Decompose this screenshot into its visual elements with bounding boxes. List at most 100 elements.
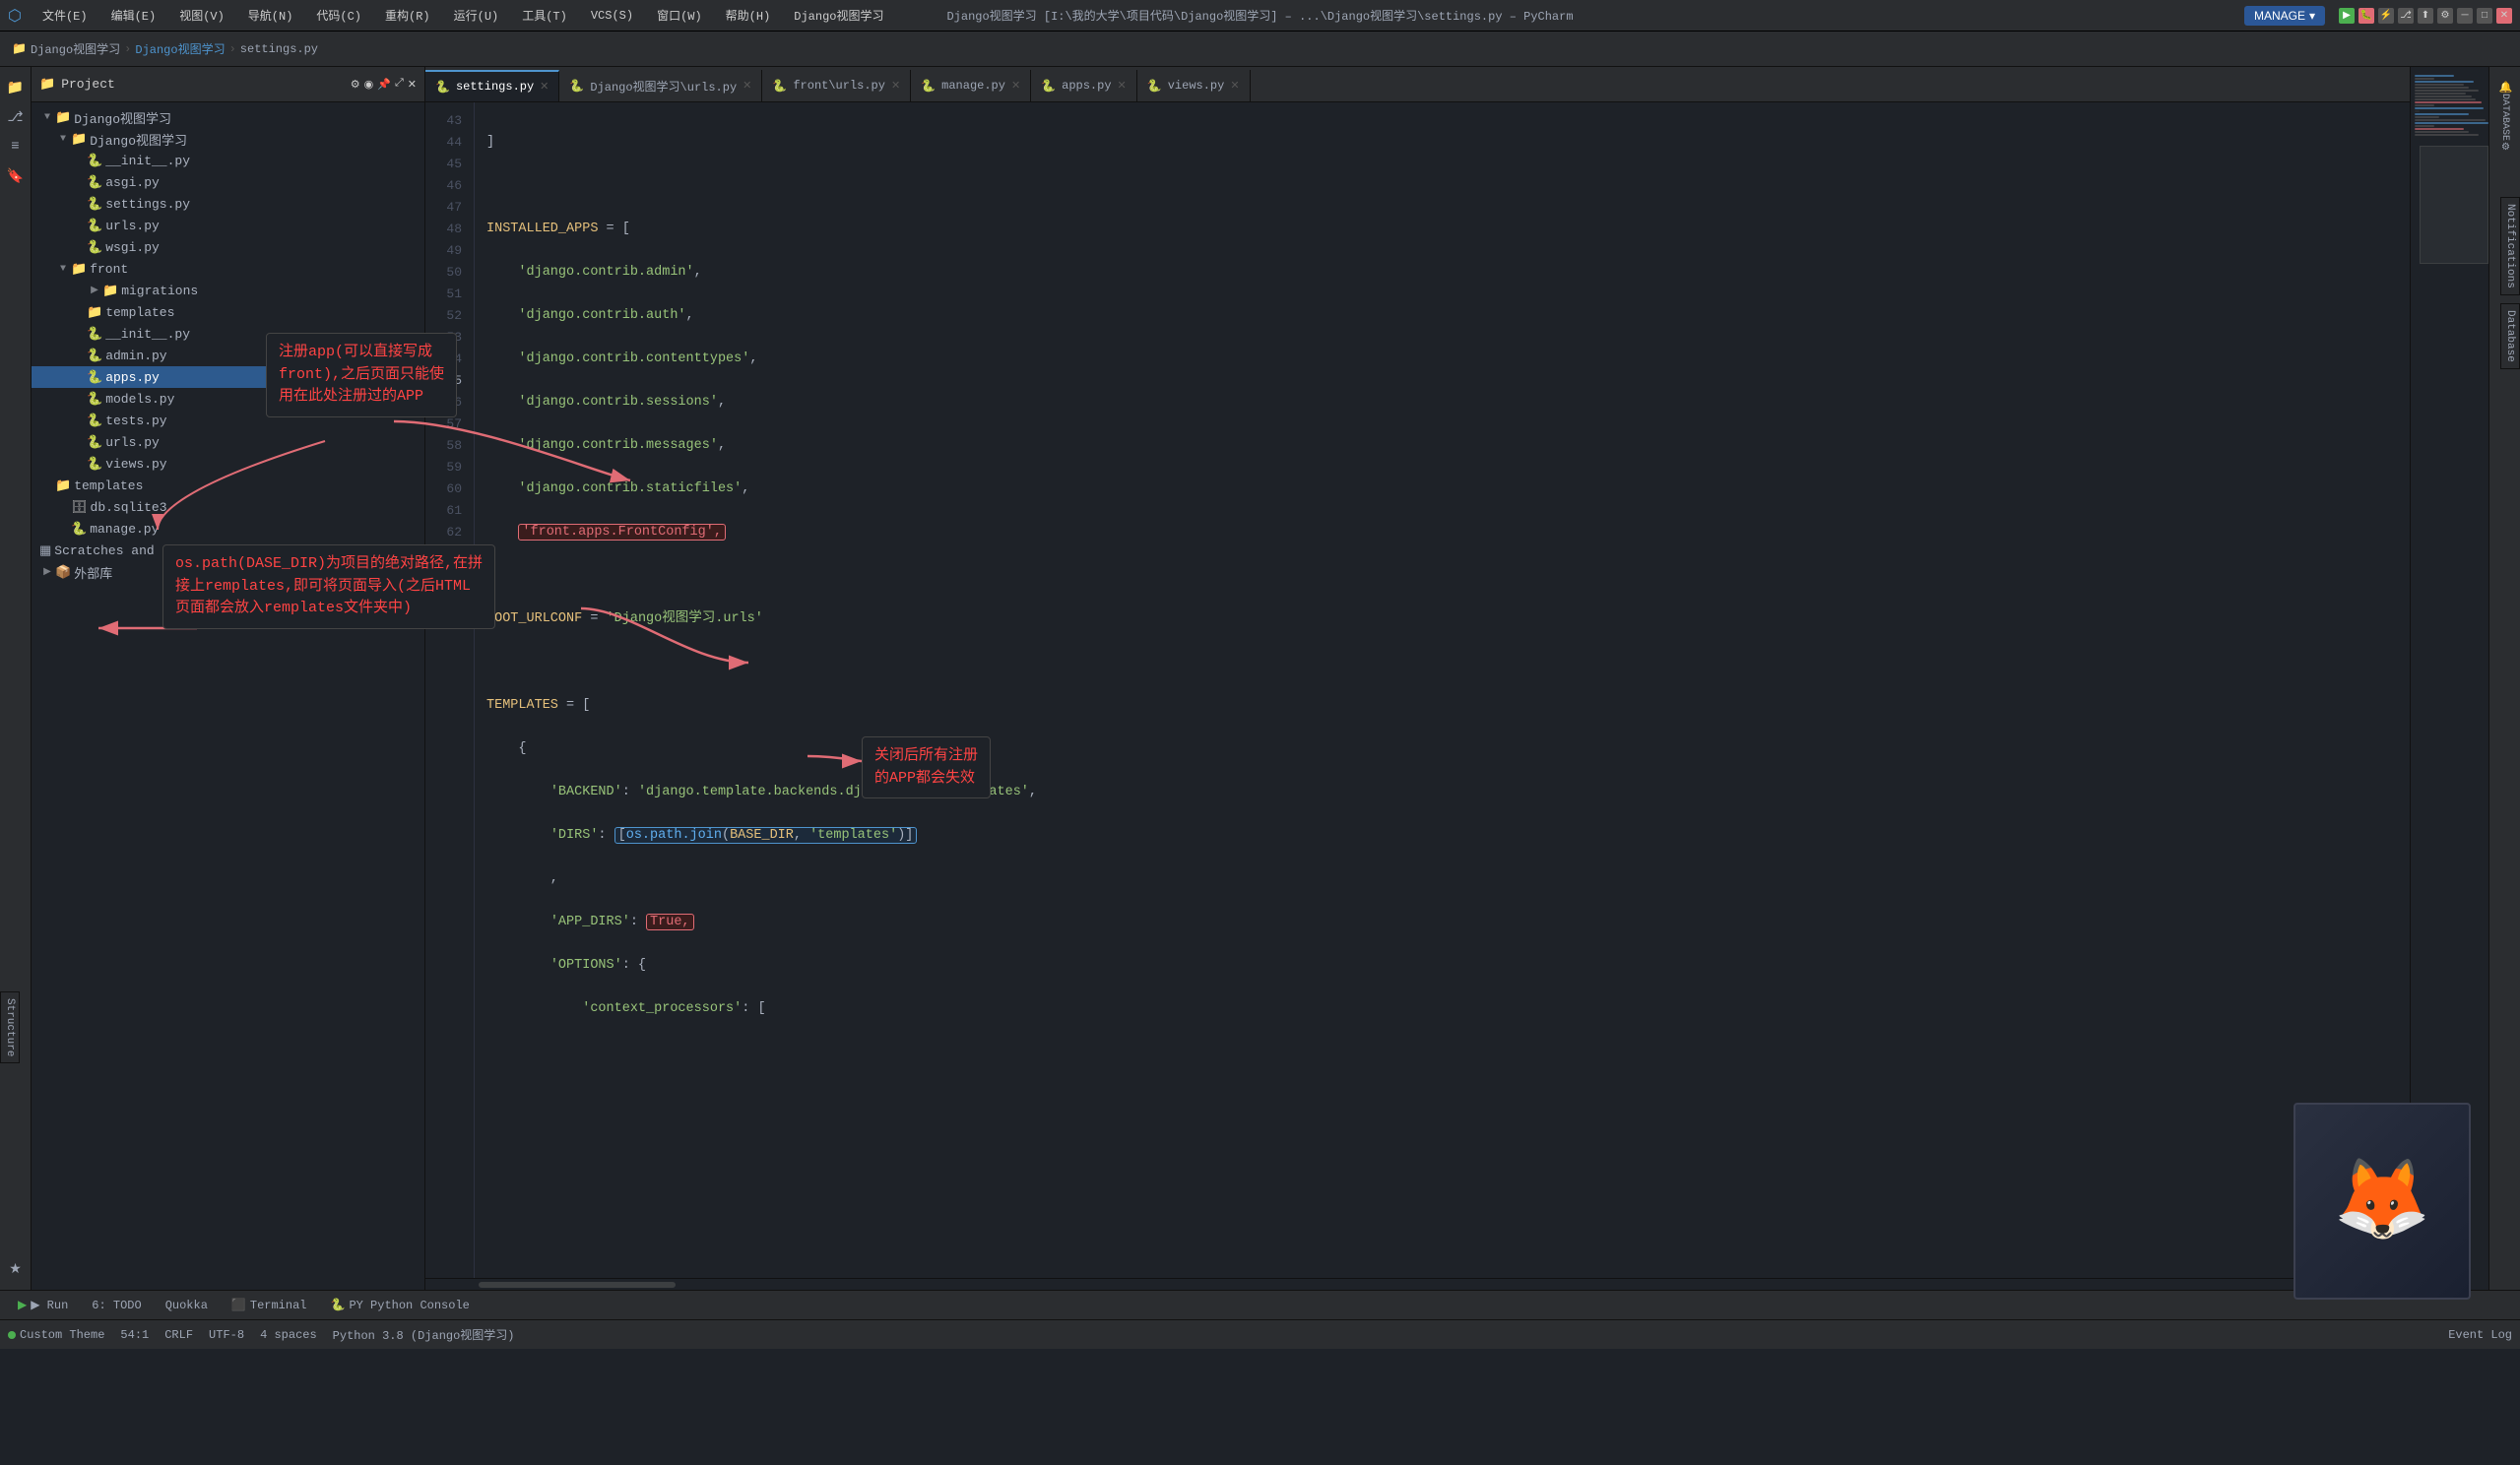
tab-close-settings[interactable]: ✕ xyxy=(540,80,549,94)
tree-item-app[interactable]: ▼ 📁 Django视图学习 xyxy=(32,128,424,150)
right-icon-gradle[interactable]: ⚙ xyxy=(2492,134,2518,159)
tree-item-apps[interactable]: 🐍 apps.py xyxy=(32,366,424,388)
menu-django[interactable]: Django视图学习 xyxy=(788,5,889,26)
tree-item-root[interactable]: ▼ 📁 Django视图学习 xyxy=(32,106,424,128)
menu-edit[interactable]: 编辑(E) xyxy=(105,5,162,26)
tab-manage[interactable]: 🐍 manage.py ✕ xyxy=(911,70,1031,101)
status-position[interactable]: 54:1 xyxy=(120,1328,149,1342)
tab-run[interactable]: ▶ ▶ Run xyxy=(8,1296,78,1314)
code-content[interactable]: ] INSTALLED_APPS = [ 'django.contrib.adm… xyxy=(475,102,2410,1278)
project-pin-icon[interactable]: 📌 xyxy=(377,78,391,92)
mini-line-1 xyxy=(2415,75,2454,77)
tree-item-views[interactable]: 🐍 views.py xyxy=(32,453,424,475)
menu-run[interactable]: 运行(U) xyxy=(448,5,505,26)
title-bar: ⬡ 文件(E) 编辑(E) 视图(V) 导航(N) 代码(C) 重构(R) 运行… xyxy=(0,0,2520,32)
structure-icon[interactable]: ≡ xyxy=(3,134,29,159)
menu-refactor[interactable]: 重构(R) xyxy=(379,5,436,26)
menu-file[interactable]: 文件(E) xyxy=(36,5,94,26)
tab-apps[interactable]: 🐍 apps.py ✕ xyxy=(1031,70,1137,101)
tab-todo[interactable]: 6: TODO xyxy=(82,1297,151,1314)
menu-help[interactable]: 帮助(H) xyxy=(720,5,777,26)
tab-close-views[interactable]: ✕ xyxy=(1230,79,1239,93)
tab-quokka[interactable]: Quokka xyxy=(156,1297,218,1314)
code-editor[interactable]: 43 44 45 46 47 48 49 50 51 52 53 54 55 5… xyxy=(425,102,2410,1278)
tab-close-front-urls[interactable]: ✕ xyxy=(891,79,900,93)
breadcrumb-3[interactable]: settings.py xyxy=(240,42,318,56)
menu-tools[interactable]: 工具(T) xyxy=(516,5,573,26)
tab-front-urls[interactable]: 🐍 front\urls.py ✕ xyxy=(762,70,911,101)
tree-item-models[interactable]: 🐍 models.py xyxy=(32,388,424,410)
tree-item-front-init[interactable]: 🐍 __init__.py xyxy=(32,323,424,345)
tree-item-manage[interactable]: 🐍 manage.py xyxy=(32,518,424,540)
right-panel-database[interactable]: Database xyxy=(2500,303,2520,369)
tree-item-init[interactable]: 🐍 __init__.py xyxy=(32,150,424,171)
status-encoding[interactable]: UTF-8 xyxy=(209,1328,244,1342)
tab-urls-main[interactable]: 🐍 Django视图学习\urls.py ✕ xyxy=(559,70,762,101)
bottom-tabs: ▶ ▶ Run 6: TODO Quokka ⬛ Terminal 🐍 PY P… xyxy=(0,1290,2520,1319)
tree-item-settings[interactable]: 🐍 settings.py xyxy=(32,193,424,215)
right-panel-notifications[interactable]: Notifications xyxy=(2500,197,2520,295)
menu-code[interactable]: 代码(C) xyxy=(310,5,367,26)
menu-nav[interactable]: 导航(N) xyxy=(242,5,299,26)
db-icon: 🗄 xyxy=(71,500,88,515)
status-line-ending[interactable]: CRLF xyxy=(164,1328,193,1342)
tree-item-db[interactable]: 🗄 db.sqlite3 xyxy=(32,496,424,518)
breadcrumb-1[interactable]: Django视图学习 xyxy=(31,40,120,57)
tree-item-urls-front[interactable]: 🐍 urls.py xyxy=(32,431,424,453)
breadcrumb-2[interactable]: Django视图学习 xyxy=(135,40,225,57)
update-button[interactable]: ⬆ xyxy=(2418,8,2433,24)
favorites-icon[interactable]: ★ xyxy=(3,1256,29,1282)
menu-vcs[interactable]: VCS(S) xyxy=(585,7,639,25)
profile-button[interactable]: ⚡ xyxy=(2378,8,2394,24)
manage-button[interactable]: MANAGE ▾ xyxy=(2244,6,2325,26)
tab-terminal[interactable]: ⬛ Terminal xyxy=(222,1296,317,1314)
mini-line-7 xyxy=(2415,93,2466,95)
tree-item-urls[interactable]: 🐍 urls.py xyxy=(32,215,424,236)
tree-item-templates-root[interactable]: 📁 templates xyxy=(32,475,424,496)
git-icon[interactable]: ⎇ xyxy=(3,104,29,130)
settings-button[interactable]: ⚙ xyxy=(2437,8,2453,24)
status-indent[interactable]: 4 spaces xyxy=(260,1328,317,1342)
project-expand-icon[interactable]: ⤢ xyxy=(395,78,404,92)
status-python[interactable]: Python 3.8 (Django视图学习) xyxy=(333,1326,515,1343)
git-button[interactable]: ⎇ xyxy=(2398,8,2414,24)
tree-item-front[interactable]: ▼ 📁 front xyxy=(32,258,424,280)
mini-line-13 xyxy=(2415,110,2420,112)
tab-views[interactable]: 🐍 views.py ✕ xyxy=(1137,70,1251,101)
status-theme[interactable]: Custom Theme xyxy=(8,1328,104,1342)
tree-item-scratches[interactable]: ▦ Scratches and Consoles xyxy=(32,540,424,561)
tree-item-tests[interactable]: 🐍 tests.py xyxy=(32,410,424,431)
tab-python-console[interactable]: 🐍 PY Python Console xyxy=(320,1296,479,1314)
tree-item-migrations[interactable]: ▶ 📁 migrations xyxy=(32,280,424,301)
code-line-60: , xyxy=(486,868,2398,890)
menu-view[interactable]: 视图(V) xyxy=(173,5,230,26)
right-icon-database[interactable]: DATABASE xyxy=(2492,104,2518,130)
project-collapse-icon[interactable]: ◉ xyxy=(364,78,374,92)
tree-arrow-front: ▼ xyxy=(55,264,71,275)
tab-settings[interactable]: 🐍 settings.py ✕ xyxy=(425,70,559,101)
tree-item-asgi[interactable]: 🐍 asgi.py xyxy=(32,171,424,193)
menu-window[interactable]: 窗口(W) xyxy=(651,5,708,26)
tab-close-apps[interactable]: ✕ xyxy=(1118,79,1127,93)
project-icon[interactable]: 📁 xyxy=(3,75,29,100)
tree-item-ext[interactable]: ▶ 📦 外部库 xyxy=(32,561,424,583)
tree-item-templates-front[interactable]: 📁 templates xyxy=(32,301,424,323)
py-icon-wsgi: 🐍 xyxy=(87,240,102,255)
mini-line-10 xyxy=(2415,101,2482,103)
run-button[interactable]: ▶ xyxy=(2339,8,2355,24)
tree-item-wsgi[interactable]: 🐍 wsgi.py xyxy=(32,236,424,258)
debug-button[interactable]: 🐛 xyxy=(2358,8,2374,24)
project-close-icon[interactable]: ✕ xyxy=(408,78,417,92)
minimize-button[interactable]: ─ xyxy=(2457,8,2473,24)
project-settings-icon[interactable]: ⚙ xyxy=(351,78,360,92)
bookmark-icon[interactable]: 🔖 xyxy=(3,163,29,189)
left-panel-structure[interactable]: Structure xyxy=(0,991,20,1063)
scrollbar-thumb-h[interactable] xyxy=(479,1282,676,1288)
maximize-button[interactable]: □ xyxy=(2477,8,2492,24)
tab-close-manage[interactable]: ✕ xyxy=(1011,79,1020,93)
tree-item-admin[interactable]: 🐍 admin.py xyxy=(32,345,424,366)
close-button[interactable]: ✕ xyxy=(2496,8,2512,24)
horizontal-scrollbar[interactable] xyxy=(425,1278,2410,1290)
status-event-log[interactable]: Event Log xyxy=(2448,1328,2512,1342)
tab-close-urls-main[interactable]: ✕ xyxy=(743,79,751,93)
